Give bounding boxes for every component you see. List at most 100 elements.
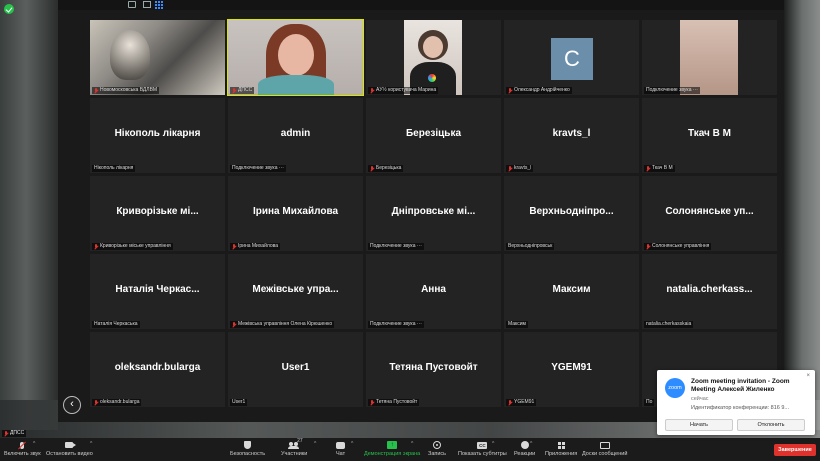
whiteboard-button[interactable]: Доски сообщений bbox=[582, 440, 627, 457]
participant-caption-text: Верхньодніпровськ bbox=[508, 243, 553, 249]
participant-tile[interactable]: Ткач В М Ткач В М bbox=[642, 98, 777, 173]
participant-tile[interactable]: Анна Подключение звука ··· bbox=[366, 254, 501, 329]
participant-tile[interactable]: kravts_l kravts_l bbox=[504, 98, 639, 173]
participant-tile[interactable]: Новомосковська ВДЛВМ bbox=[90, 20, 225, 95]
participant-caption: Ткач В М bbox=[644, 165, 675, 172]
participant-tile[interactable]: Тетяна Пустовойт Тетяна Пустовойт bbox=[366, 332, 501, 407]
fullscreen-icon[interactable] bbox=[128, 1, 136, 8]
zoom-logo-icon: zoom bbox=[665, 378, 685, 398]
participant-caption: АЎ½ користувача Марина bbox=[368, 87, 439, 94]
chat-button[interactable]: Чат bbox=[336, 440, 345, 457]
participant-tile[interactable]: Березіцька Березіцька bbox=[366, 98, 501, 173]
previous-page-button[interactable]: ‹ bbox=[63, 396, 81, 414]
reactions-options-caret-icon[interactable]: ^ bbox=[530, 441, 532, 447]
mic-options-caret-icon[interactable]: ^ bbox=[33, 441, 35, 447]
participant-caption: Подключение звука ··· bbox=[368, 321, 424, 328]
start-button[interactable]: Начать bbox=[665, 419, 733, 431]
participants-button[interactable]: 27 Участники bbox=[281, 438, 307, 457]
participant-tile[interactable]: Ірина Михайлова Ірина Михайлова bbox=[228, 176, 363, 251]
chat-options-caret-icon[interactable]: ^ bbox=[351, 441, 353, 447]
decline-button[interactable]: Отклонить bbox=[737, 419, 805, 431]
participant-tile[interactable]: Солонянське уп... Солонянське управління bbox=[642, 176, 777, 251]
participant-caption-text: YGEM91 bbox=[514, 399, 535, 405]
participant-tile[interactable]: Дніпровське мі... Подключение звука ··· bbox=[366, 176, 501, 251]
participant-video bbox=[680, 20, 738, 95]
mic-muted-icon bbox=[94, 399, 99, 406]
record-icon bbox=[433, 441, 442, 449]
participants-options-caret-icon[interactable]: ^ bbox=[314, 441, 316, 447]
participant-caption-text: Подключение звука ··· bbox=[370, 321, 422, 327]
participant-name: admin bbox=[280, 128, 311, 139]
record-button[interactable]: Запись bbox=[428, 440, 446, 457]
participant-caption-text: Подключение звука ··· bbox=[370, 243, 422, 249]
participant-caption-text: Новомосковська ВДЛВМ bbox=[100, 87, 158, 93]
participant-name: Солонянське уп... bbox=[665, 206, 754, 217]
meeting-toolbar: Включить звук ^ Остановить видео ^ Безоп… bbox=[0, 438, 820, 461]
participant-caption-text: Межівська управління Олена Кірюшенко bbox=[238, 321, 333, 327]
mic-muted-icon bbox=[508, 165, 513, 172]
participant-caption-text: Подключение звука ··· bbox=[646, 87, 698, 93]
participant-name: Межівське упра... bbox=[252, 284, 339, 295]
participant-video bbox=[90, 20, 225, 95]
background-photo-right bbox=[784, 0, 820, 430]
close-icon[interactable]: × bbox=[806, 373, 810, 379]
participant-tile[interactable]: Межівське упра... Межівська управління Ол… bbox=[228, 254, 363, 329]
participant-name: Ірина Михайлова bbox=[252, 206, 339, 217]
gallery-view-icon[interactable] bbox=[155, 1, 163, 9]
participant-tile[interactable]: YGEM91 YGEM91 bbox=[504, 332, 639, 407]
apps-icon bbox=[557, 441, 565, 449]
participant-name: Ткач В М bbox=[688, 128, 731, 139]
mic-muted-icon bbox=[94, 87, 99, 94]
security-button[interactable]: Безопасность bbox=[230, 440, 265, 457]
stop-video-button[interactable]: Остановить видео bbox=[46, 440, 93, 457]
apps-button[interactable]: Приложения bbox=[545, 440, 577, 457]
mic-muted-icon bbox=[370, 399, 375, 406]
participant-caption-text: Максим bbox=[508, 321, 526, 327]
video-options-caret-icon[interactable]: ^ bbox=[90, 441, 92, 447]
participant-caption-text: Ткач В М bbox=[652, 165, 673, 171]
participant-tile[interactable]: natalia.cherkass... natalia.cherkasskaia bbox=[642, 254, 777, 329]
speaker-view-icon[interactable] bbox=[143, 1, 151, 8]
participant-tile[interactable]: АЎ½ користувача Марина bbox=[366, 20, 501, 95]
participant-tile[interactable]: User1 User1 bbox=[228, 332, 363, 407]
participant-tile[interactable]: oleksandr.bularga oleksandr.bularga bbox=[90, 332, 225, 407]
subtitles-options-caret-icon[interactable]: ^ bbox=[492, 441, 494, 447]
reactions-icon bbox=[520, 441, 529, 449]
mic-muted-icon bbox=[4, 430, 9, 437]
participant-tile[interactable]: Максим Максим bbox=[504, 254, 639, 329]
participant-caption-text: Нікополь лікарня bbox=[94, 165, 134, 171]
participant-name: Анна bbox=[421, 284, 446, 295]
participant-tile[interactable]: Криворізьке мі... Криворізьке міське упра… bbox=[90, 176, 225, 251]
participant-tile[interactable]: Подключение звука ··· bbox=[642, 20, 777, 95]
participant-caption: Подключение звука ··· bbox=[368, 243, 424, 250]
mic-muted-icon bbox=[370, 165, 375, 172]
participant-tile[interactable]: Наталія Черкас... Наталія Черкаська bbox=[90, 254, 225, 329]
closed-captions-icon: CC bbox=[477, 441, 488, 449]
share-options-caret-icon[interactable]: ^ bbox=[411, 441, 413, 447]
participant-caption-text: User1 bbox=[232, 399, 246, 405]
participant-name: natalia.cherkass... bbox=[666, 284, 753, 295]
background-photo-left bbox=[0, 0, 58, 430]
participant-tile[interactable]: C Олександр Андрійченко bbox=[504, 20, 639, 95]
notification-time: сейчас bbox=[691, 396, 709, 402]
show-subtitles-button[interactable]: CC Показать субтитры bbox=[458, 440, 507, 457]
participant-caption: Ірина Михайлова bbox=[230, 243, 281, 250]
mic-muted-icon bbox=[94, 243, 99, 250]
participant-caption-text: Солонянське управління bbox=[652, 243, 710, 249]
participant-tile[interactable]: Нікополь лікарня Нікополь лікарня bbox=[90, 98, 225, 173]
participant-caption: Новомосковська ВДЛВМ bbox=[92, 87, 160, 94]
participant-caption: Наталія Черкаська bbox=[92, 321, 140, 328]
participant-tile[interactable]: admin Подключение звука ··· bbox=[228, 98, 363, 173]
participant-caption-text: АЎ½ користувача Марина bbox=[376, 87, 437, 93]
top-bar bbox=[58, 0, 784, 10]
participant-caption-text: По bbox=[646, 399, 653, 405]
security-label: Безопасность bbox=[230, 451, 266, 457]
participant-name: YGEM91 bbox=[551, 362, 592, 373]
participant-caption: YGEM91 bbox=[506, 399, 537, 406]
secure-connection-icon[interactable] bbox=[4, 4, 14, 14]
end-meeting-button[interactable]: Завершение bbox=[774, 444, 816, 456]
participant-tile[interactable]: ДПСС bbox=[227, 19, 364, 96]
participant-caption-text: Наталія Черкаська bbox=[94, 321, 138, 327]
participant-caption: oleksandr.bularga bbox=[92, 399, 142, 406]
participant-tile[interactable]: Верхньодніпро... Верхньодніпровськ bbox=[504, 176, 639, 251]
